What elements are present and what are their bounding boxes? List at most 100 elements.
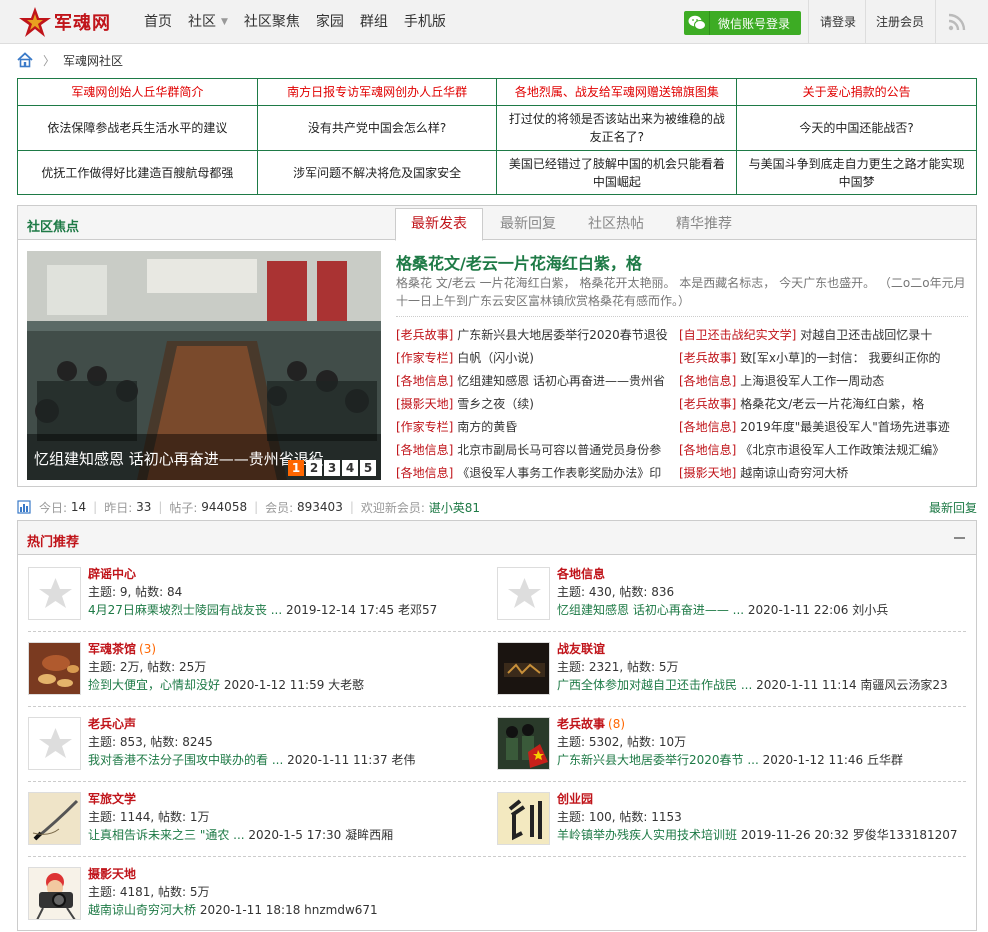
news-category[interactable]: [摄影天地] — [396, 397, 453, 411]
forum-name[interactable]: 摄影天地 — [88, 865, 139, 882]
list-item[interactable]: [各地信息] 忆组建知感恩 话初心再奋进——贵州省 — [396, 370, 678, 393]
tab-latest-posts[interactable]: 最新发表 — [395, 208, 483, 241]
list-item[interactable]: [各地信息] 上海退役军人工作一周动态 — [679, 370, 969, 393]
last-post-title[interactable]: 羊岭镇举办残疾人实用技术培训班 — [557, 828, 737, 842]
news-title[interactable]: 上海退役军人工作一周动态 — [740, 374, 884, 388]
headline-title[interactable]: 格桑花文/老云一片花海红白紫，格 — [396, 250, 642, 274]
site-logo[interactable]: 军魂网 — [0, 0, 132, 44]
news-category[interactable]: [作家专栏] — [396, 351, 453, 365]
list-item[interactable]: [各地信息] 《退役军人事务工作表彰奖励办法》印 — [396, 462, 678, 485]
news-category[interactable]: [作家专栏] — [396, 420, 453, 434]
tab-latest-replies[interactable]: 最新回复 — [485, 208, 571, 240]
focus-slideshow[interactable]: 忆组建知感恩 话初心再奋进——贵州省退役 1 2 3 4 5 — [27, 251, 381, 480]
list-item[interactable]: [各地信息] 2019年度"最美退役军人"首场先进事迹 — [679, 416, 969, 439]
news-category[interactable]: [自卫还击战纪实文学] — [679, 328, 796, 342]
forum-name[interactable]: 军魂茶馆 (3) — [88, 640, 156, 657]
slide-page-4[interactable]: 4 — [342, 460, 358, 476]
latest-replies-link[interactable]: 最新回复 — [929, 499, 977, 516]
collapse-icon[interactable] — [954, 537, 965, 539]
news-title[interactable]: 越南谅山奇穷河大桥 — [740, 466, 848, 480]
news-title[interactable]: 《退役军人事务工作表彰奖励办法》印 — [457, 466, 661, 480]
featured-link[interactable]: 今天的中国还能战否? — [736, 105, 977, 151]
forum-name[interactable]: 创业园 — [557, 790, 596, 807]
news-category[interactable]: [老兵故事] — [679, 351, 736, 365]
breadcrumb-current[interactable]: 军魂网社区 — [63, 52, 123, 69]
news-title[interactable]: 《北京市退役军人工作政策法规汇编》 — [740, 443, 944, 457]
last-post-title[interactable]: 广东新兴县大地居委举行2020春节 ... — [557, 753, 759, 767]
forum-name[interactable]: 军旅文学 — [88, 790, 139, 807]
nav-focus[interactable]: 社区聚焦 — [236, 0, 308, 44]
last-post-title[interactable]: 忆组建知感恩 话初心再奋进—— ... — [557, 603, 744, 617]
news-category[interactable]: [老兵故事] — [396, 328, 453, 342]
news-title[interactable]: 白帆（闪小说) — [457, 351, 534, 365]
list-item[interactable]: [作家专栏] 南方的黄昏 — [396, 416, 678, 439]
featured-link[interactable]: 依法保障参战老兵生活水平的建议 — [17, 105, 258, 151]
nav-home-space[interactable]: 家园 — [308, 0, 352, 44]
featured-link[interactable]: 各地烈属、战友给军魂网赠送锦旗图集 — [496, 78, 738, 106]
camera-icon[interactable] — [28, 867, 81, 920]
featured-link[interactable]: 没有共产党中国会怎么样? — [256, 105, 498, 151]
news-title[interactable]: 2019年度"最美退役军人"首场先进事迹 — [740, 420, 950, 434]
nav-groups[interactable]: 群组 — [352, 0, 396, 44]
news-category[interactable]: [各地信息] — [396, 374, 453, 388]
news-title[interactable]: 对越自卫还击战回忆录十 — [800, 328, 932, 342]
featured-link[interactable]: 打过仗的将领是否该站出来为被维稳的战友正名了? — [496, 105, 738, 151]
last-post-title[interactable]: 我对香港不法分子围攻中联办的看 ... — [88, 753, 283, 767]
list-item[interactable]: [老兵故事] 格桑花文/老云一片花海红白紫，格 — [679, 393, 969, 416]
star-icon[interactable] — [497, 567, 550, 620]
rss-icon[interactable] — [948, 13, 966, 31]
tab-featured[interactable]: 精华推荐 — [661, 208, 747, 240]
news-title[interactable]: 北京市副局长马可容以普通党员身份参 — [457, 443, 661, 457]
pen-icon[interactable] — [28, 792, 81, 845]
forum-name[interactable]: 老兵故事 (8) — [557, 715, 625, 732]
last-post-title[interactable]: 4月27日麻栗坡烈士陵园有战友丧 ... — [88, 603, 282, 617]
featured-link[interactable]: 美国已经错过了肢解中国的机会只能看着中国崛起 — [496, 150, 738, 195]
slide-page-5[interactable]: 5 — [360, 460, 376, 476]
featured-link[interactable]: 南方日报专访军魂网创办人丘华群 — [256, 78, 498, 106]
list-item[interactable]: [各地信息] 《北京市退役军人工作政策法规汇编》 — [679, 439, 969, 462]
news-category[interactable]: [各地信息] — [396, 466, 453, 480]
list-item[interactable]: [老兵故事] 致[军x小草]的一封信： 我要纠正你的 — [679, 347, 969, 370]
featured-link[interactable]: 涉军问题不解决将危及国家安全 — [256, 150, 498, 195]
wechat-login-button[interactable]: 微信账号登录 — [684, 11, 801, 35]
nav-mobile[interactable]: 手机版 — [396, 0, 454, 44]
news-title[interactable]: 雪乡之夜（续) — [457, 397, 534, 411]
forum-name[interactable]: 各地信息 — [557, 565, 608, 582]
news-category[interactable]: [老兵故事] — [679, 397, 736, 411]
news-category[interactable]: [各地信息] — [679, 420, 736, 434]
news-category[interactable]: [各地信息] — [679, 443, 736, 457]
list-item[interactable]: [摄影天地] 越南谅山奇穷河大桥 — [679, 462, 969, 485]
forum-name[interactable]: 战友联谊 — [557, 640, 608, 657]
login-link[interactable]: 请登录 — [820, 0, 856, 44]
comrade-icon[interactable] — [497, 642, 550, 695]
news-title[interactable]: 南方的黄昏 — [457, 420, 517, 434]
news-category[interactable]: [摄影天地] — [679, 466, 736, 480]
chuang-icon[interactable] — [497, 792, 550, 845]
last-post-title[interactable]: 捡到大便宜，心情却没好 — [88, 678, 220, 692]
news-category[interactable]: [各地信息] — [679, 374, 736, 388]
list-item[interactable]: [作家专栏] 白帆（闪小说) — [396, 347, 678, 370]
news-title[interactable]: 忆组建知感恩 话初心再奋进——贵州省 — [457, 374, 665, 388]
list-item[interactable]: [自卫还击战纪实文学] 对越自卫还击战回忆录十 — [679, 324, 969, 347]
last-post-title[interactable]: 让真相告诉未来之三 "通农 ... — [88, 828, 245, 842]
list-item[interactable]: [摄影天地] 雪乡之夜（续) — [396, 393, 678, 416]
tea-icon[interactable] — [28, 642, 81, 695]
nav-home[interactable]: 首页 — [136, 0, 180, 44]
featured-link[interactable]: 军魂网创始人丘华群简介 — [17, 78, 258, 106]
news-title[interactable]: 广东新兴县大地居委举行2020春节退役 — [457, 328, 668, 342]
forum-name[interactable]: 辟谣中心 — [88, 565, 139, 582]
slide-page-2[interactable]: 2 — [306, 460, 322, 476]
featured-link[interactable]: 与美国斗争到底走自力更生之路才能实现中国梦 — [736, 150, 977, 195]
last-post-title[interactable]: 广西全体参加对越自卫还击作战民 ... — [557, 678, 752, 692]
star-icon[interactable] — [28, 567, 81, 620]
veteran-icon[interactable] — [497, 717, 550, 770]
featured-link[interactable]: 优抚工作做得好比建造百艘航母都强 — [17, 150, 258, 195]
list-item[interactable]: [各地信息] 北京市副局长马可容以普通党员身份参 — [396, 439, 678, 462]
slide-page-3[interactable]: 3 — [324, 460, 340, 476]
star-icon[interactable] — [28, 717, 81, 770]
news-title[interactable]: 格桑花文/老云一片花海红白紫，格 — [740, 397, 924, 411]
tab-hot-threads[interactable]: 社区热帖 — [573, 208, 659, 240]
last-post-title[interactable]: 越南谅山奇穷河大桥 — [88, 903, 196, 917]
forum-name[interactable]: 老兵心声 — [88, 715, 139, 732]
slide-page-1[interactable]: 1 — [288, 460, 304, 476]
